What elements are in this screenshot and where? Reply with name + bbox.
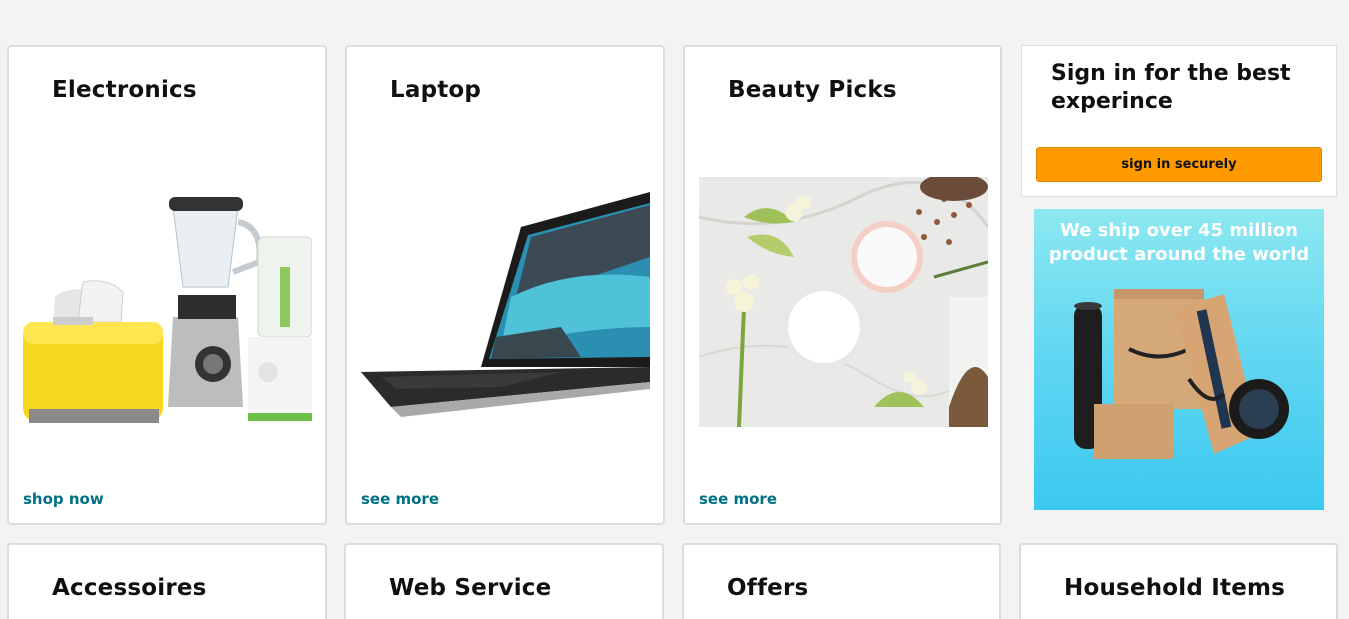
card-offers[interactable]: Offers	[682, 543, 1001, 619]
signin-heading: Sign in for the best experince	[1051, 61, 1291, 114]
shipping-ad-banner[interactable]: We ship over 45 million product around t…	[1034, 209, 1324, 510]
card-household-items[interactable]: Household Items	[1019, 543, 1338, 619]
card-laptop[interactable]: Laptop see more	[345, 45, 665, 525]
card-accessoires[interactable]: Accessoires	[7, 543, 327, 619]
see-more-link[interactable]: see more	[361, 490, 439, 508]
card-title: Laptop	[390, 77, 482, 103]
card-title: Electronics	[52, 77, 197, 103]
shop-now-link[interactable]: shop now	[23, 490, 104, 508]
card-title: Web Service	[389, 575, 552, 601]
card-electronics[interactable]: Electronics shop now	[7, 45, 327, 525]
card-title: Beauty Picks	[728, 77, 897, 103]
card-web-service[interactable]: Web Service	[344, 543, 664, 619]
card-title: Accessoires	[52, 575, 207, 601]
see-more-link[interactable]: see more	[699, 490, 777, 508]
beauty-image[interactable]	[699, 177, 988, 427]
card-title: Offers	[727, 575, 809, 601]
electronics-image[interactable]	[23, 177, 312, 427]
signin-card: Sign in for the best experince sign in s…	[1021, 45, 1337, 197]
laptop-image[interactable]	[361, 177, 650, 427]
sign-in-button[interactable]: sign in securely	[1036, 147, 1322, 182]
card-beauty[interactable]: Beauty Picks see more	[683, 45, 1002, 525]
card-title: Household Items	[1064, 575, 1286, 601]
